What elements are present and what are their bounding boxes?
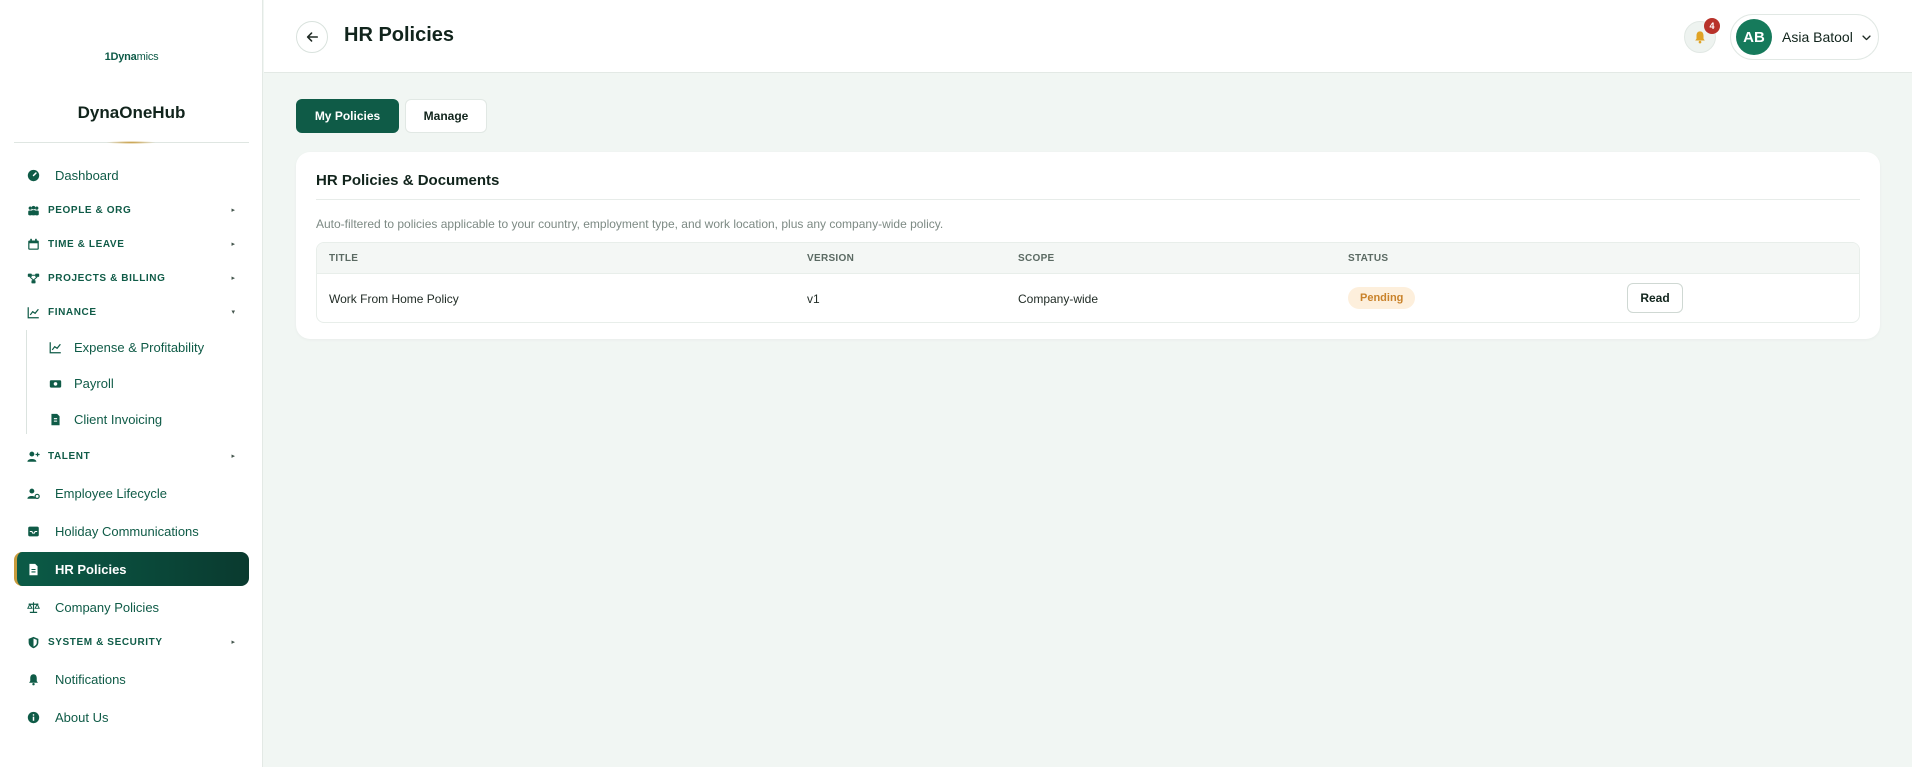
sidebar-item-label: Company Policies bbox=[55, 599, 160, 615]
sidebar-item-label: Holiday Communications bbox=[55, 523, 199, 539]
column-header-title: TITLE bbox=[329, 253, 359, 264]
sidebar: 1Dynamics DynaOneHub Dashboard PEOPLE & … bbox=[0, 0, 263, 767]
sidebar-item-label: Expense & Profitability bbox=[74, 339, 205, 355]
sidebar-item-label: Employee Lifecycle bbox=[55, 485, 167, 501]
document-icon bbox=[26, 562, 40, 576]
projects-icon bbox=[26, 271, 40, 285]
sidebar-item-company-policies[interactable]: Company Policies bbox=[14, 590, 249, 624]
column-header-version: VERSION bbox=[807, 253, 855, 264]
shield-icon bbox=[26, 635, 40, 649]
chart-line-icon bbox=[26, 305, 40, 319]
sidebar-section-people-org[interactable]: PEOPLE & ORG ▸ bbox=[14, 193, 249, 227]
sidebar-item-employee-lifecycle[interactable]: Employee Lifecycle bbox=[14, 476, 249, 510]
filter-note: Auto-filtered to policies applicable to … bbox=[316, 217, 944, 231]
table-header: TITLE VERSION SCOPE STATUS bbox=[317, 243, 1859, 273]
column-header-status: STATUS bbox=[1348, 253, 1389, 264]
policy-version: v1 bbox=[807, 292, 820, 306]
inbox-icon bbox=[26, 524, 40, 538]
sidebar-item-holiday-communications[interactable]: Holiday Communications bbox=[14, 514, 249, 548]
sidebar-item-expense-profitability[interactable]: Expense & Profitability bbox=[14, 330, 249, 364]
policy-scope: Company-wide bbox=[1018, 292, 1099, 306]
sidebar-section-projects-billing[interactable]: PROJECTS & BILLING ▸ bbox=[14, 261, 249, 295]
top-header: HR Policies 4 AB Asia Batool bbox=[264, 0, 1912, 73]
sidebar-item-hr-policies[interactable]: HR Policies bbox=[14, 552, 249, 586]
notification-count-badge: 4 bbox=[1704, 18, 1720, 34]
sidebar-item-payroll[interactable]: Payroll bbox=[14, 366, 249, 400]
sidebar-section-talent[interactable]: TALENT ▸ bbox=[14, 439, 249, 473]
sidebar-section-label: FINANCE bbox=[48, 306, 97, 318]
sidebar-item-label: Dashboard bbox=[55, 167, 119, 183]
sidebar-section-system-security[interactable]: SYSTEM & SECURITY ▸ bbox=[14, 625, 249, 659]
info-icon bbox=[26, 710, 40, 724]
tab-manage[interactable]: Manage bbox=[405, 99, 487, 133]
user-plus-icon bbox=[26, 449, 40, 463]
back-button[interactable] bbox=[296, 21, 328, 53]
avatar: AB bbox=[1736, 19, 1772, 55]
caret-down-icon: ▾ bbox=[231, 309, 235, 316]
read-button[interactable]: Read bbox=[1627, 283, 1683, 313]
sidebar-section-label: PROJECTS & BILLING bbox=[48, 272, 166, 284]
money-icon bbox=[48, 376, 62, 390]
card-divider bbox=[316, 199, 1860, 200]
page-title: HR Policies bbox=[344, 24, 455, 46]
policies-card: HR Policies & Documents Auto-filtered to… bbox=[296, 152, 1880, 339]
brand-divider-accent bbox=[106, 141, 156, 144]
bell-icon bbox=[26, 672, 40, 686]
policy-title: Work From Home Policy bbox=[329, 292, 459, 306]
brand-name: DynaOneHub bbox=[77, 103, 186, 122]
caret-right-icon: ▸ bbox=[231, 453, 235, 460]
card-title: HR Policies & Documents bbox=[316, 172, 500, 189]
sidebar-item-label: HR Policies bbox=[55, 561, 127, 577]
caret-right-icon: ▸ bbox=[231, 639, 235, 646]
calendar-icon bbox=[26, 237, 40, 251]
user-menu[interactable]: AB Asia Batool bbox=[1730, 14, 1879, 60]
user-name: Asia Batool bbox=[1782, 29, 1853, 45]
sidebar-item-client-invoicing[interactable]: Client Invoicing bbox=[14, 402, 249, 436]
chevron-down-icon bbox=[1862, 34, 1871, 40]
sidebar-item-notifications[interactable]: Notifications bbox=[14, 662, 249, 696]
caret-right-icon: ▸ bbox=[231, 241, 235, 248]
user-cog-icon bbox=[26, 486, 40, 500]
sidebar-item-dashboard[interactable]: Dashboard bbox=[14, 158, 249, 192]
sidebar-item-about-us[interactable]: About Us bbox=[14, 700, 249, 734]
sidebar-item-label: Client Invoicing bbox=[74, 411, 163, 427]
caret-right-icon: ▸ bbox=[231, 207, 235, 214]
caret-right-icon: ▸ bbox=[231, 275, 235, 282]
sidebar-item-label: Notifications bbox=[55, 671, 126, 687]
sidebar-section-finance[interactable]: FINANCE ▾ bbox=[14, 295, 249, 329]
company-logo: 1Dynamics bbox=[104, 51, 159, 63]
column-header-scope: SCOPE bbox=[1018, 253, 1055, 264]
sidebar-section-label: TALENT bbox=[48, 450, 91, 462]
invoice-icon bbox=[48, 412, 62, 426]
sidebar-section-time-leave[interactable]: TIME & LEAVE ▸ bbox=[14, 227, 249, 261]
arrow-left-icon bbox=[306, 32, 319, 42]
policies-table: TITLE VERSION SCOPE STATUS Work From Hom… bbox=[316, 242, 1860, 323]
sidebar-item-label: About Us bbox=[55, 709, 109, 725]
dashboard-icon bbox=[26, 168, 40, 182]
sidebar-section-label: PEOPLE & ORG bbox=[48, 204, 132, 216]
bell-icon bbox=[1695, 31, 1705, 44]
sidebar-item-label: Payroll bbox=[74, 375, 114, 391]
tab-my-policies[interactable]: My Policies bbox=[296, 99, 399, 133]
sidebar-section-label: SYSTEM & SECURITY bbox=[48, 636, 163, 648]
table-row: Work From Home Policy v1 Company-wide Pe… bbox=[317, 273, 1859, 322]
people-icon bbox=[26, 203, 40, 217]
sidebar-section-label: TIME & LEAVE bbox=[48, 238, 125, 250]
scale-icon bbox=[26, 600, 40, 614]
status-badge: Pending bbox=[1348, 287, 1416, 309]
chart-line-icon bbox=[48, 340, 62, 354]
